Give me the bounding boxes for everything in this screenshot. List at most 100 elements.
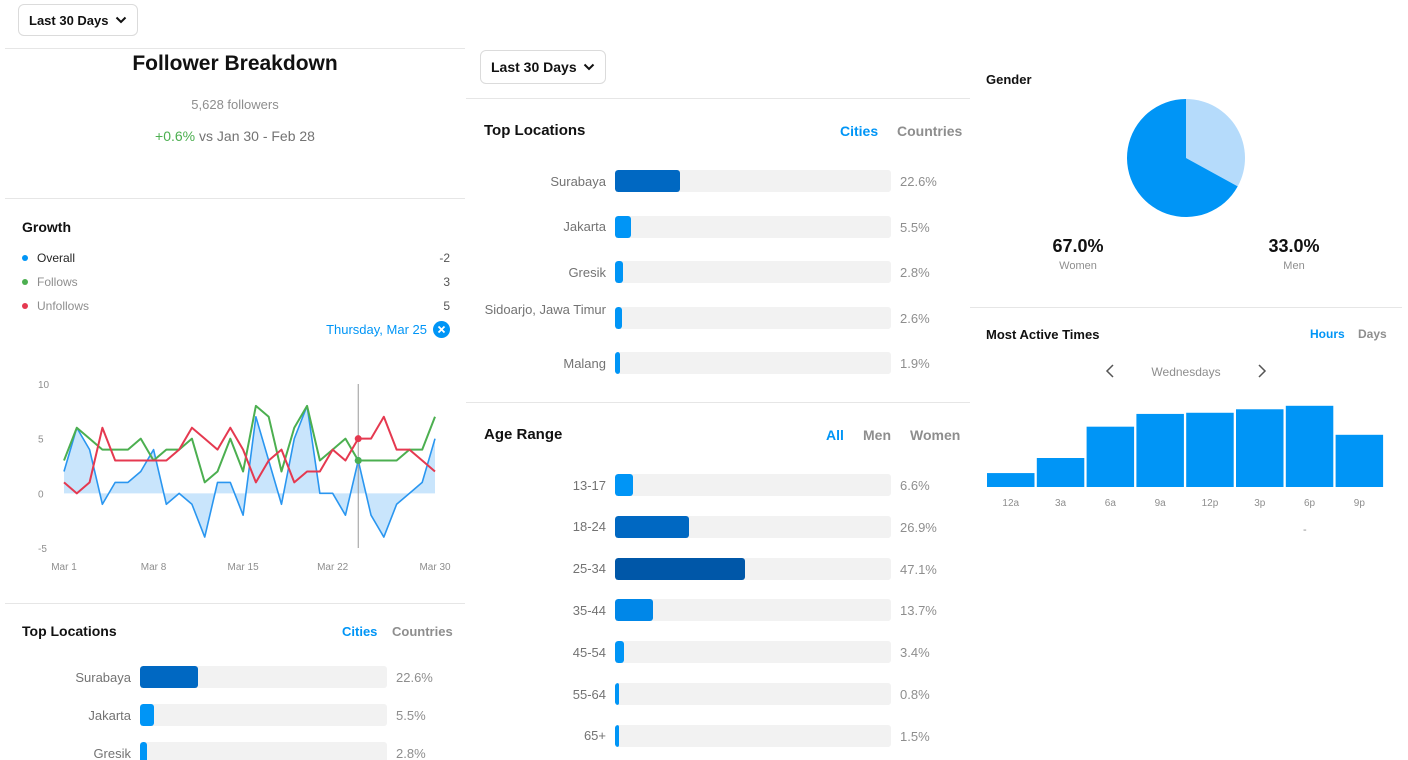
hour-tick-label: 9a bbox=[1155, 498, 1167, 509]
bar-fill bbox=[615, 306, 623, 329]
chevron-right-icon[interactable] bbox=[1256, 363, 1268, 379]
bar-label: Jakarta bbox=[563, 219, 606, 234]
x-tick-label: Mar 30 bbox=[419, 562, 451, 573]
hour-bar bbox=[1136, 413, 1184, 487]
y-tick-label: -5 bbox=[38, 544, 47, 555]
bar-track bbox=[140, 742, 387, 760]
bar-track bbox=[615, 683, 891, 705]
footer-mark: - bbox=[1303, 524, 1307, 536]
hour-tick-label: 6a bbox=[1105, 498, 1117, 509]
hour-tick-label: 12a bbox=[1002, 498, 1019, 509]
legend-value: 3 bbox=[443, 275, 450, 289]
tab-days[interactable]: Days bbox=[1358, 327, 1387, 341]
men-percent: 33.0% bbox=[1268, 236, 1320, 256]
legend-value: 5 bbox=[443, 299, 450, 313]
legend-label: Overall bbox=[37, 251, 76, 265]
gender-pie-chart[interactable] bbox=[1126, 99, 1246, 219]
bar-track bbox=[615, 215, 891, 238]
bar-fill bbox=[140, 742, 148, 760]
tab-countries[interactable]: Countries bbox=[897, 123, 962, 139]
growth-chart[interactable]: 10 5 0 -5 Mar 1 Mar 8 Mar 15 Mar 22 Mar 30 bbox=[20, 372, 460, 577]
chevron-down-icon bbox=[583, 63, 594, 71]
selected-date: Thursday, Mar 25 bbox=[326, 322, 427, 337]
legend-value: -2 bbox=[439, 251, 450, 265]
hour-bar bbox=[1285, 405, 1334, 487]
page-title: Follower Breakdown bbox=[132, 52, 338, 75]
bar-percent: 26.9% bbox=[900, 519, 937, 535]
y-tick-label: 10 bbox=[38, 380, 50, 391]
bar-label: Sidoarjo, Jawa Timur bbox=[484, 301, 606, 317]
bar-track bbox=[140, 666, 387, 688]
men-label: Men bbox=[1283, 260, 1305, 272]
bar-label: Surabaya bbox=[75, 669, 131, 685]
hour-tick-label: 9p bbox=[1354, 498, 1366, 509]
x-tick-label: Mar 1 bbox=[51, 562, 77, 573]
bar-track bbox=[615, 306, 891, 329]
top-locations-title: Top Locations bbox=[22, 623, 117, 639]
bar-fill bbox=[615, 641, 625, 664]
hour-bar bbox=[1335, 434, 1384, 487]
chevron-down-icon bbox=[115, 16, 126, 24]
tab-all[interactable]: All bbox=[826, 427, 844, 443]
bar-fill bbox=[615, 352, 621, 374]
date-range-dropdown[interactable]: Last 30 Days bbox=[18, 4, 138, 36]
tab-cities[interactable]: Cities bbox=[840, 123, 878, 139]
change-period: vs Jan 30 - Feb 28 bbox=[199, 128, 315, 144]
bar-fill bbox=[140, 704, 155, 726]
bar-percent: 2.6% bbox=[900, 310, 930, 326]
tab-countries[interactable]: Countries bbox=[392, 624, 453, 639]
bar-label: 65+ bbox=[583, 728, 606, 744]
hour-bar bbox=[1086, 426, 1135, 487]
bar-label: 25-34 bbox=[572, 561, 606, 577]
bar-percent: 1.5% bbox=[900, 728, 930, 744]
top-locations-title: Top Locations bbox=[484, 122, 586, 139]
bar-label: Surabaya bbox=[550, 173, 606, 189]
bar-percent: 5.5% bbox=[900, 219, 930, 235]
divider bbox=[466, 402, 970, 403]
y-tick-label: 5 bbox=[38, 435, 44, 446]
x-tick-label: Mar 15 bbox=[228, 562, 260, 573]
divider bbox=[5, 48, 465, 49]
tab-cities[interactable]: Cities bbox=[342, 624, 377, 639]
bar-label: Malang bbox=[563, 355, 606, 371]
tab-women[interactable]: Women bbox=[910, 427, 960, 443]
bar-label: 35-44 bbox=[572, 602, 606, 618]
bar-fill bbox=[615, 215, 631, 238]
bar-percent: 2.8% bbox=[900, 265, 930, 280]
bar-fill bbox=[615, 515, 690, 538]
most-active-times-title: Most Active Times bbox=[986, 327, 1100, 342]
bar-fill bbox=[615, 261, 624, 283]
hour-tick-label: 3p bbox=[1254, 498, 1266, 509]
selected-date-chip[interactable]: Thursday, Mar 25 bbox=[300, 321, 450, 338]
close-icon[interactable] bbox=[433, 321, 450, 338]
bar-percent: 6.6% bbox=[900, 478, 930, 493]
x-tick-label: Mar 8 bbox=[141, 562, 167, 573]
bar-track bbox=[615, 352, 891, 374]
tab-hours[interactable]: Hours bbox=[1310, 327, 1345, 341]
follower-change: +0.6% vs Jan 30 - Feb 28 bbox=[5, 128, 465, 144]
bar-label: Gresik bbox=[568, 264, 606, 280]
y-tick-label: 0 bbox=[38, 489, 44, 500]
bar-percent: 5.5% bbox=[396, 708, 426, 723]
bar-fill bbox=[615, 599, 653, 622]
bar-percent: 3.4% bbox=[900, 645, 930, 661]
bar-track bbox=[615, 515, 891, 538]
chevron-left-icon[interactable] bbox=[1104, 363, 1116, 379]
growth-title: Growth bbox=[22, 219, 71, 235]
legend-follows: Follows 3 bbox=[22, 275, 450, 289]
active-times-chart[interactable]: 12a 3a 6a 9a 12p 3p 6p 9p bbox=[986, 400, 1386, 518]
bar-percent: 22.6% bbox=[900, 174, 937, 189]
bar-percent: 1.9% bbox=[900, 356, 930, 371]
bar-fill bbox=[615, 724, 620, 747]
bar-percent: 2.8% bbox=[396, 746, 426, 760]
tab-men[interactable]: Men bbox=[863, 427, 891, 443]
date-range-dropdown[interactable]: Last 30 Days bbox=[480, 50, 606, 84]
bar-label: 55-64 bbox=[572, 686, 606, 702]
day-label: Wednesdays bbox=[1151, 365, 1221, 379]
bar-track bbox=[140, 704, 387, 726]
divider bbox=[5, 198, 465, 199]
selected-point bbox=[354, 457, 362, 465]
bar-track bbox=[615, 261, 891, 283]
divider bbox=[466, 98, 970, 99]
bar-label: Jakarta bbox=[88, 707, 131, 723]
